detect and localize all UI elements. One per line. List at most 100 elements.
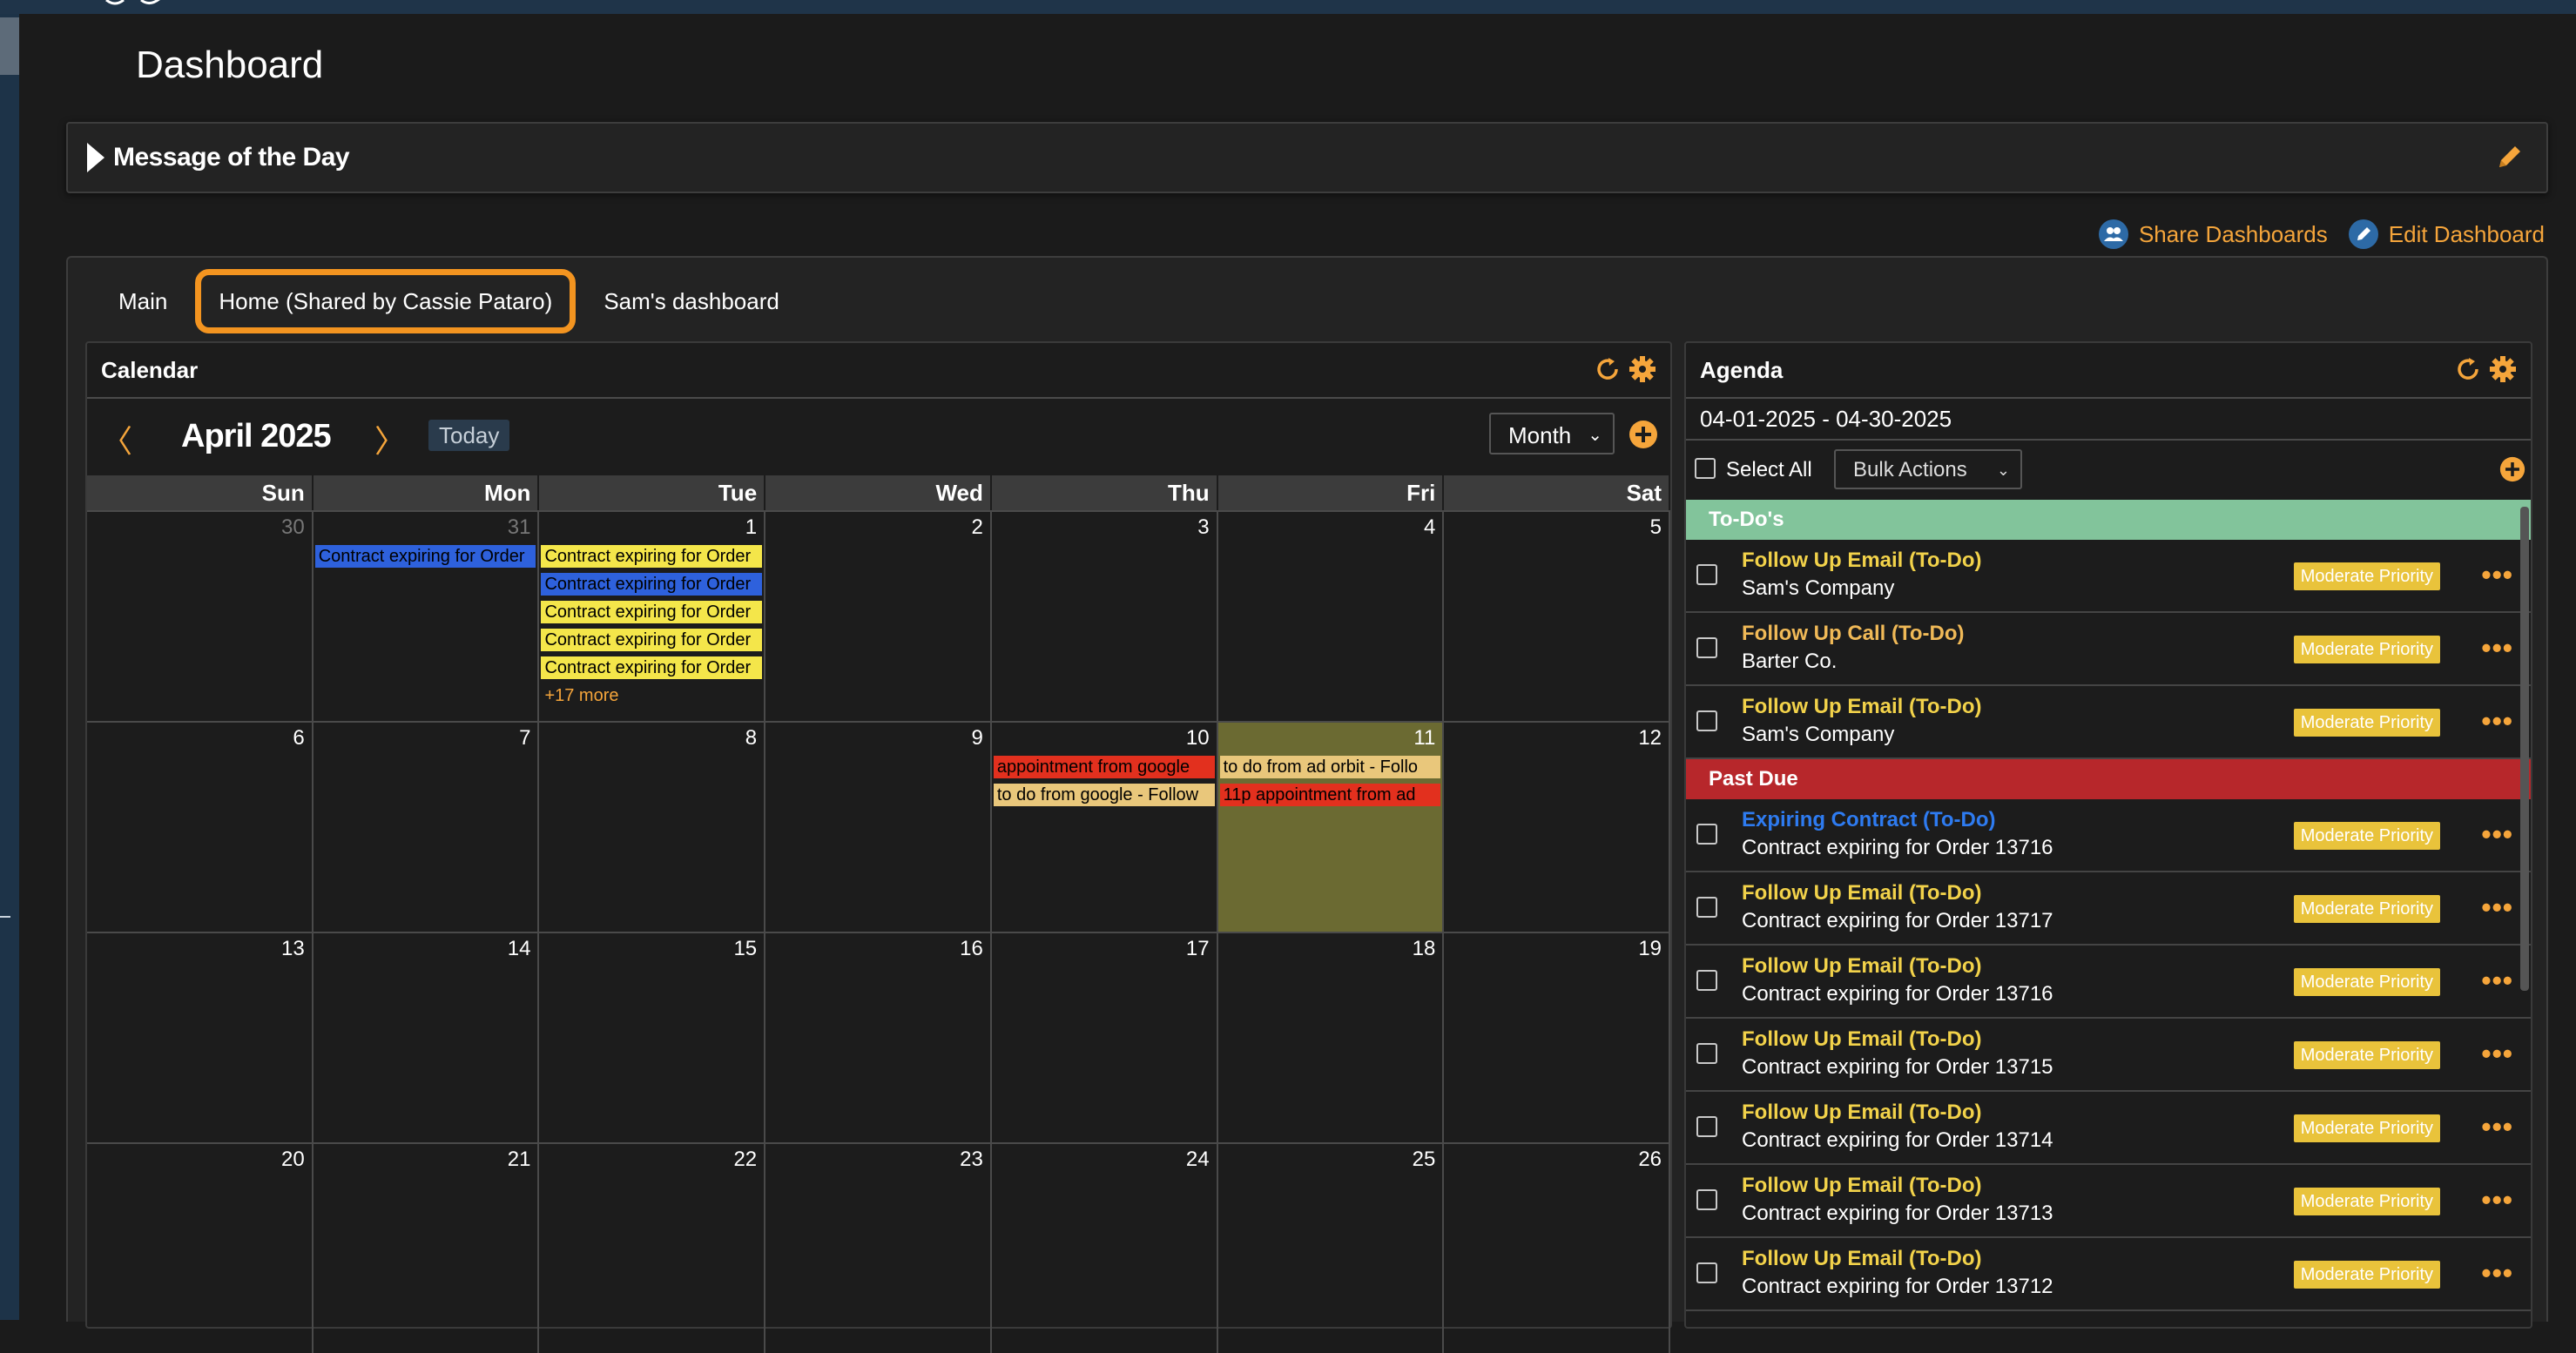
item-checkbox[interactable] bbox=[1696, 970, 1717, 991]
plus-circle-icon[interactable] bbox=[2499, 456, 2525, 482]
agenda-item[interactable]: Follow Up Email (To-Do) Contract expirin… bbox=[1686, 1238, 2531, 1311]
calendar-event[interactable]: appointment from google bbox=[993, 756, 1215, 778]
item-title[interactable]: Follow Up Email (To-Do) bbox=[1742, 1247, 1982, 1271]
more-options-icon[interactable]: ••• bbox=[2481, 559, 2513, 591]
prev-month-button[interactable]: 〈 bbox=[101, 416, 132, 461]
plus-circle-icon[interactable] bbox=[1629, 420, 1658, 449]
item-checkbox[interactable] bbox=[1696, 1043, 1717, 1064]
calendar-day[interactable]: 19 bbox=[1444, 933, 1671, 1142]
pencil-icon[interactable] bbox=[2494, 141, 2525, 172]
tab-home-shared[interactable]: Home (Shared by Cassie Pataro) bbox=[195, 269, 577, 333]
calendar-event[interactable]: to do from ad orbit - Follo bbox=[1219, 756, 1441, 778]
more-options-icon[interactable]: ••• bbox=[2481, 632, 2513, 664]
calendar-day[interactable]: 16 bbox=[765, 933, 992, 1142]
bulk-actions-select[interactable]: Bulk Actions ⌄ bbox=[1834, 449, 2022, 489]
calendar-day[interactable]: 5 bbox=[1444, 512, 1671, 721]
calendar-day[interactable]: 17 bbox=[992, 933, 1218, 1142]
more-options-icon[interactable]: ••• bbox=[2481, 818, 2513, 851]
agenda-item[interactable]: Follow Up Email (To-Do) Contract expirin… bbox=[1686, 946, 2531, 1019]
item-checkbox[interactable] bbox=[1696, 1262, 1717, 1283]
item-checkbox[interactable] bbox=[1696, 1116, 1717, 1137]
calendar-day[interactable]: 6 bbox=[87, 723, 314, 932]
more-options-icon[interactable]: ••• bbox=[2481, 1257, 2513, 1289]
more-options-icon[interactable]: ••• bbox=[2481, 1184, 2513, 1216]
agenda-item[interactable]: Follow Up Email (To-Do) Contract expirin… bbox=[1686, 1019, 2531, 1092]
item-checkbox[interactable] bbox=[1696, 710, 1717, 731]
sidebar-handle[interactable] bbox=[0, 17, 19, 75]
more-events-link[interactable]: +17 more bbox=[544, 686, 618, 706]
item-title[interactable]: Expiring Contract (To-Do) bbox=[1742, 808, 1996, 832]
calendar-day[interactable]: 8 bbox=[539, 723, 766, 932]
calendar-day[interactable]: 9 bbox=[765, 723, 992, 932]
calendar-day[interactable]: 7 bbox=[314, 723, 540, 932]
item-checkbox[interactable] bbox=[1696, 637, 1717, 658]
expand-triangle-icon[interactable] bbox=[87, 143, 105, 172]
agenda-item[interactable]: Follow Up Email (To-Do) Sam's Company Mo… bbox=[1686, 540, 2531, 613]
today-button[interactable]: Today bbox=[428, 420, 510, 451]
calendar-event[interactable]: Contract expiring for Order bbox=[541, 601, 763, 623]
calendar-event[interactable]: Contract expiring for Order bbox=[541, 545, 763, 568]
calendar-view-select[interactable]: Month ⌄ bbox=[1489, 413, 1615, 454]
calendar-day[interactable]: 15 bbox=[539, 933, 766, 1142]
calendar-day[interactable]: 4 bbox=[1218, 512, 1445, 721]
message-of-the-day[interactable]: Message of the Day bbox=[66, 122, 2548, 193]
agenda-scrollbar[interactable] bbox=[2520, 507, 2529, 991]
calendar-day[interactable]: 20 bbox=[87, 1144, 314, 1353]
calendar-day[interactable]: 26 bbox=[1444, 1144, 1671, 1353]
item-title[interactable]: Follow Up Email (To-Do) bbox=[1742, 695, 1982, 719]
calendar-day[interactable]: 24 bbox=[992, 1144, 1218, 1353]
refresh-icon[interactable] bbox=[2454, 355, 2482, 383]
item-title[interactable]: Follow Up Email (To-Do) bbox=[1742, 954, 1982, 979]
item-checkbox[interactable] bbox=[1696, 1189, 1717, 1210]
gear-icon[interactable] bbox=[2489, 355, 2517, 383]
more-options-icon[interactable]: ••• bbox=[2481, 965, 2513, 997]
calendar-day[interactable]: 21 bbox=[314, 1144, 540, 1353]
refresh-icon[interactable] bbox=[1594, 355, 1622, 383]
calendar-event[interactable]: Contract expiring for Order bbox=[541, 656, 763, 679]
more-options-icon[interactable]: ••• bbox=[2481, 1038, 2513, 1070]
item-title[interactable]: Follow Up Email (To-Do) bbox=[1742, 1174, 1982, 1198]
calendar-day[interactable]: 12 bbox=[1444, 723, 1671, 932]
agenda-item[interactable]: Follow Up Call (To-Do) Barter Co. Modera… bbox=[1686, 613, 2531, 686]
calendar-day[interactable]: 31 Contract expiring for Order bbox=[314, 512, 540, 721]
more-options-icon[interactable]: ••• bbox=[2481, 705, 2513, 737]
item-title[interactable]: Follow Up Email (To-Do) bbox=[1742, 1027, 1982, 1052]
calendar-day[interactable]: 23 bbox=[765, 1144, 992, 1353]
item-title[interactable]: Follow Up Email (To-Do) bbox=[1742, 1101, 1982, 1125]
item-title[interactable]: Follow Up Email (To-Do) bbox=[1742, 881, 1982, 905]
calendar-event[interactable]: Contract expiring for Order bbox=[541, 573, 763, 596]
calendar-event[interactable]: 11p appointment from ad bbox=[1219, 784, 1441, 806]
calendar-day[interactable]: 25 bbox=[1218, 1144, 1445, 1353]
calendar-day[interactable]: 14 bbox=[314, 933, 540, 1142]
item-title[interactable]: Follow Up Email (To-Do) bbox=[1742, 549, 1982, 573]
calendar-day[interactable]: 3 bbox=[992, 512, 1218, 721]
gear-icon[interactable] bbox=[1629, 355, 1656, 383]
calendar-day[interactable]: 2 bbox=[765, 512, 992, 721]
calendar-day[interactable]: 22 bbox=[539, 1144, 766, 1353]
agenda-item[interactable]: Follow Up Email (To-Do) Contract expirin… bbox=[1686, 872, 2531, 946]
calendar-event[interactable]: Contract expiring for Order bbox=[314, 545, 536, 568]
item-title[interactable]: Follow Up Call (To-Do) bbox=[1742, 622, 1965, 646]
tab-main[interactable]: Main bbox=[94, 268, 192, 334]
calendar-day[interactable]: 1 Contract expiring for Order Contract e… bbox=[539, 512, 766, 721]
agenda-item[interactable]: Follow Up Email (To-Do) Contract expirin… bbox=[1686, 1165, 2531, 1238]
tab-sams-dashboard[interactable]: Sam's dashboard bbox=[579, 268, 804, 334]
calendar-event[interactable]: Contract expiring for Order bbox=[541, 629, 763, 651]
select-all-checkbox[interactable] bbox=[1695, 458, 1716, 479]
calendar-day[interactable]: 30 bbox=[87, 512, 314, 721]
calendar-day-today[interactable]: 11 to do from ad orbit - Follo 11p appoi… bbox=[1217, 723, 1445, 932]
more-options-icon[interactable]: ••• bbox=[2481, 1111, 2513, 1143]
item-checkbox[interactable] bbox=[1696, 564, 1717, 585]
agenda-item[interactable]: Follow Up Email (To-Do) Contract expirin… bbox=[1686, 1092, 2531, 1165]
calendar-day[interactable]: 10 appointment from google to do from go… bbox=[992, 723, 1218, 932]
calendar-day[interactable]: 18 bbox=[1218, 933, 1445, 1142]
next-month-button[interactable]: 〉 bbox=[374, 416, 406, 461]
calendar-event[interactable]: to do from google - Follow bbox=[993, 784, 1215, 806]
more-options-icon[interactable]: ••• bbox=[2481, 892, 2513, 924]
calendar-day[interactable]: 13 bbox=[87, 933, 314, 1142]
agenda-item[interactable]: Expiring Contract (To-Do) Contract expir… bbox=[1686, 799, 2531, 872]
item-checkbox[interactable] bbox=[1696, 897, 1717, 918]
agenda-item[interactable]: Follow Up Email (To-Do) Sam's Company Mo… bbox=[1686, 686, 2531, 759]
item-checkbox[interactable] bbox=[1696, 824, 1717, 845]
share-dashboards-button[interactable]: Share Dashboards bbox=[2098, 219, 2328, 249]
